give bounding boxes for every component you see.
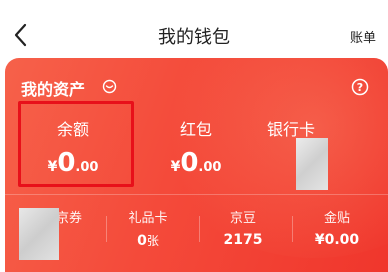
page-title: 我的钱包 xyxy=(158,27,230,48)
gift-card-item[interactable]: 礼品卡 0张 xyxy=(108,207,188,249)
visibility-toggle-icon[interactable] xyxy=(102,79,117,94)
card-divider xyxy=(5,194,388,195)
jingdou-label: 京豆 xyxy=(229,211,256,226)
stat-separator xyxy=(106,216,107,242)
assets-title: 我的资产 xyxy=(21,80,86,99)
jingdou-value: 2175 xyxy=(223,232,263,248)
svg-text:?: ? xyxy=(357,81,363,94)
help-icon[interactable]: ? xyxy=(351,78,369,96)
subsidy-value: ¥0.00 xyxy=(314,232,360,248)
balance-highlight-box xyxy=(18,101,134,187)
stat-separator xyxy=(199,216,200,242)
red-packet-label: 红包 xyxy=(179,120,212,139)
gift-card-label: 礼品卡 xyxy=(128,211,168,226)
bank-card-item[interactable]: 银行卡 xyxy=(267,116,388,140)
mosaic-blur xyxy=(19,208,59,260)
bill-link[interactable]: 账单 xyxy=(350,27,376,46)
gift-card-value: 0张 xyxy=(137,233,159,249)
top-nav-bar: 我的钱包 账单 xyxy=(0,0,388,60)
mosaic-blur xyxy=(296,138,328,190)
subsidy-label: 金贴 xyxy=(323,211,350,226)
red-packet-amount: ¥0.00 xyxy=(170,148,222,178)
assets-card: 我的资产 ? 余额 ¥0.00 红包 ¥0.00 银行卡 京券 礼品卡 0张 京… xyxy=(5,58,388,272)
red-packet-item[interactable]: 红包 ¥0.00 xyxy=(136,116,256,178)
jingdou-item[interactable]: 京豆 2175 xyxy=(203,207,283,248)
stat-separator xyxy=(292,216,293,242)
subsidy-item[interactable]: 金贴 ¥0.00 xyxy=(297,207,377,248)
bank-card-label: 银行卡 xyxy=(267,120,316,139)
